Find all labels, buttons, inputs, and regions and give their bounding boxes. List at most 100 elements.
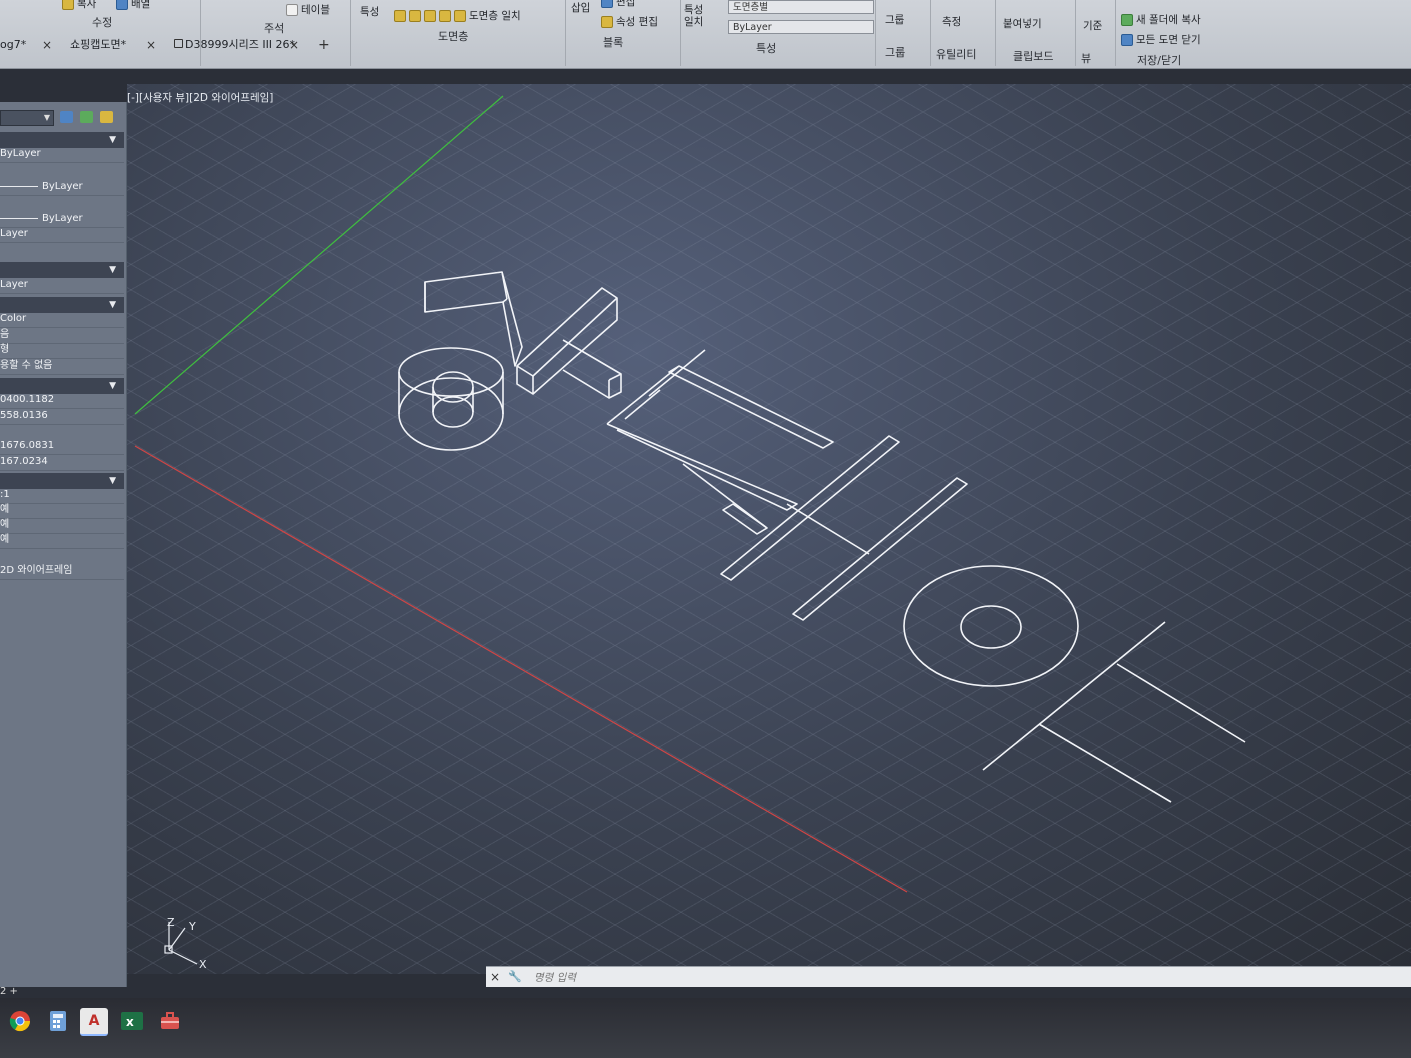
svg-text:x: x xyxy=(126,1015,134,1029)
toolbox-icon[interactable] xyxy=(156,1008,184,1034)
property-linetype[interactable]: ByLayer xyxy=(0,179,124,196)
layer-properties-button[interactable]: 특성 xyxy=(360,4,379,19)
block-edit-button[interactable]: 편집 xyxy=(601,0,635,9)
command-input[interactable] xyxy=(532,969,1396,987)
property-plot-table[interactable]: 형 xyxy=(0,342,124,359)
drawing-canvas: Z Y X xyxy=(134,95,1246,971)
document-tab-bar: og7* × 쇼핑캡도면* × D38999시리즈 III 26* × + xyxy=(0,34,340,60)
ribbon-group-title: 클립보드 xyxy=(1013,50,1054,63)
layer-dropdown[interactable]: 도면층별 xyxy=(728,0,874,14)
ribbon: 복사 배열 수정 테이블 주석 특성 도면층 일치 도면층 삽입 편집 속성 편… xyxy=(0,0,1411,69)
linetype-sample xyxy=(0,185,38,187)
tab-d38999[interactable]: D38999시리즈 III 26* xyxy=(174,34,295,56)
os-taskbar: A x xyxy=(0,998,1411,1058)
ribbon-group-utilities: 측정 유틸리티 xyxy=(930,0,996,66)
ribbon-group-group: 그룹 그룹 xyxy=(875,0,931,66)
autocad-icon[interactable]: A xyxy=(80,1008,108,1036)
toggle-pickadd-icon[interactable] xyxy=(60,111,73,123)
layer-tools[interactable]: 도면층 일치 xyxy=(394,8,521,23)
ribbon-group-title: 그룹 xyxy=(885,46,906,59)
tieut-outline xyxy=(606,349,834,535)
ribbon-group-title: 수정 xyxy=(92,16,113,29)
block-edit-icon xyxy=(601,0,613,8)
layout-tabs[interactable]: 2 + xyxy=(0,986,486,998)
linetype-dropdown[interactable]: ByLayer xyxy=(728,20,874,34)
table-button[interactable]: 테이블 xyxy=(286,2,330,17)
section-3d-visual-header[interactable]: ▼ xyxy=(0,262,124,278)
property-plot-attached[interactable]: 용할 수 없음 xyxy=(0,358,124,375)
lineweight-sample xyxy=(0,217,38,219)
lock-icon xyxy=(174,39,183,48)
folder-copy-icon xyxy=(1121,13,1133,26)
property-color[interactable]: ByLayer xyxy=(0,146,124,163)
property-material[interactable]: Layer xyxy=(0,277,124,294)
circle-cylinder xyxy=(398,347,504,451)
calculator-icon[interactable] xyxy=(44,1008,72,1034)
chrome-icon[interactable] xyxy=(6,1008,34,1034)
layer-match-icon xyxy=(454,9,466,22)
excel-icon[interactable]: x xyxy=(118,1008,146,1034)
ribbon-group-title: 블록 xyxy=(603,36,624,49)
ucs-x-label: X xyxy=(199,958,207,971)
ribbon-group-title: 뷰 xyxy=(1081,52,1092,65)
customize-wrench-icon[interactable]: 🔧 xyxy=(508,967,522,987)
close-drawings-icon xyxy=(1121,33,1133,46)
base-view-button[interactable]: 기준 xyxy=(1083,18,1102,33)
eo-lines xyxy=(982,621,1246,803)
ribbon-group-title: 유틸리티 xyxy=(936,48,977,61)
insert-button[interactable]: 삽입 xyxy=(571,0,590,15)
measure-button[interactable]: 측정 xyxy=(942,14,961,29)
tab-shopping-cap[interactable]: 쇼핑캡도면* xyxy=(70,34,126,56)
property-layer[interactable]: Layer xyxy=(0,226,124,243)
chevron-down-icon: ▼ xyxy=(109,265,116,275)
ribbon-group-block: 삽입 편집 속성 편집 블록 xyxy=(565,0,681,66)
quick-select-icon[interactable] xyxy=(100,111,113,123)
layer-off-icon xyxy=(439,9,451,22)
ucs-y-label: Y xyxy=(188,920,196,933)
select-objects-icon[interactable] xyxy=(80,111,93,123)
close-tab-icon[interactable]: × xyxy=(42,34,52,56)
array-icon xyxy=(116,0,128,10)
copy-button[interactable]: 복사 xyxy=(62,0,96,11)
array-button[interactable]: 배열 xyxy=(116,0,150,11)
layer-lock-icon xyxy=(424,9,436,22)
attribute-edit-button[interactable]: 속성 편집 xyxy=(601,14,658,29)
match-properties-button[interactable]: 특성 일치 xyxy=(684,4,708,28)
ieung-flat xyxy=(903,565,1079,687)
property-width[interactable]: 167.0234 xyxy=(0,454,124,471)
close-tab-icon[interactable]: × xyxy=(146,34,156,56)
close-all-drawings-button[interactable]: 모든 도면 닫기 xyxy=(1121,32,1201,47)
group-button[interactable]: 그룹 xyxy=(885,12,904,27)
command-line: × 🔧 xyxy=(486,966,1411,987)
paste-button[interactable]: 붙여넣기 xyxy=(1003,16,1042,31)
property-visual-style[interactable]: 2D 와이어프레임 xyxy=(0,563,124,580)
ribbon-group-clipboard: 붙여넣기 클립보드 xyxy=(995,0,1076,66)
ucs-z-label: Z xyxy=(167,916,175,929)
wireframe-text-drawing xyxy=(398,271,1246,803)
property-center-x[interactable]: 0400.1182 xyxy=(0,392,124,409)
ribbon-group-layers: 특성 도면층 일치 도면층 xyxy=(350,0,566,66)
property-plot-style[interactable]: Color xyxy=(0,311,124,328)
ribbon-group-view: 기준 뷰 xyxy=(1075,0,1116,66)
tab-drawing-og7[interactable]: og7* xyxy=(0,34,26,56)
ribbon-group-title: 도면층 xyxy=(438,30,469,43)
selection-dropdown[interactable]: ▼ xyxy=(0,110,54,126)
new-tab-button[interactable]: + xyxy=(318,34,330,56)
y-axis-line xyxy=(134,95,504,415)
ribbon-group-title: 특성 xyxy=(756,42,777,55)
table-icon xyxy=(286,3,298,16)
property-ucs-per-viewport[interactable]: 예 xyxy=(0,532,124,549)
layer-freeze-icon xyxy=(409,9,421,22)
chevron-down-icon: ▼ xyxy=(43,113,50,122)
property-center-y[interactable]: 558.0136 xyxy=(0,408,124,425)
x-axis-line xyxy=(134,445,908,893)
close-command-line-icon[interactable]: × xyxy=(490,967,500,987)
close-tab-icon[interactable]: × xyxy=(289,34,299,56)
property-height[interactable]: 1676.0831 xyxy=(0,438,124,455)
copy-to-new-folder-button[interactable]: 새 폴더에 복사 xyxy=(1121,12,1201,27)
ribbon-group-save-close: 새 폴더에 복사 모든 도면 닫기 저장/닫기 xyxy=(1115,0,1411,67)
layer-icon xyxy=(394,9,406,22)
drawing-viewport[interactable]: [-][사용자 뷰][2D 와이어프레임] Z Y X xyxy=(127,84,1411,974)
bar-block xyxy=(516,287,622,399)
ribbon-group-properties: 특성 일치 도면층별 ByLayer 특성 xyxy=(680,0,876,66)
